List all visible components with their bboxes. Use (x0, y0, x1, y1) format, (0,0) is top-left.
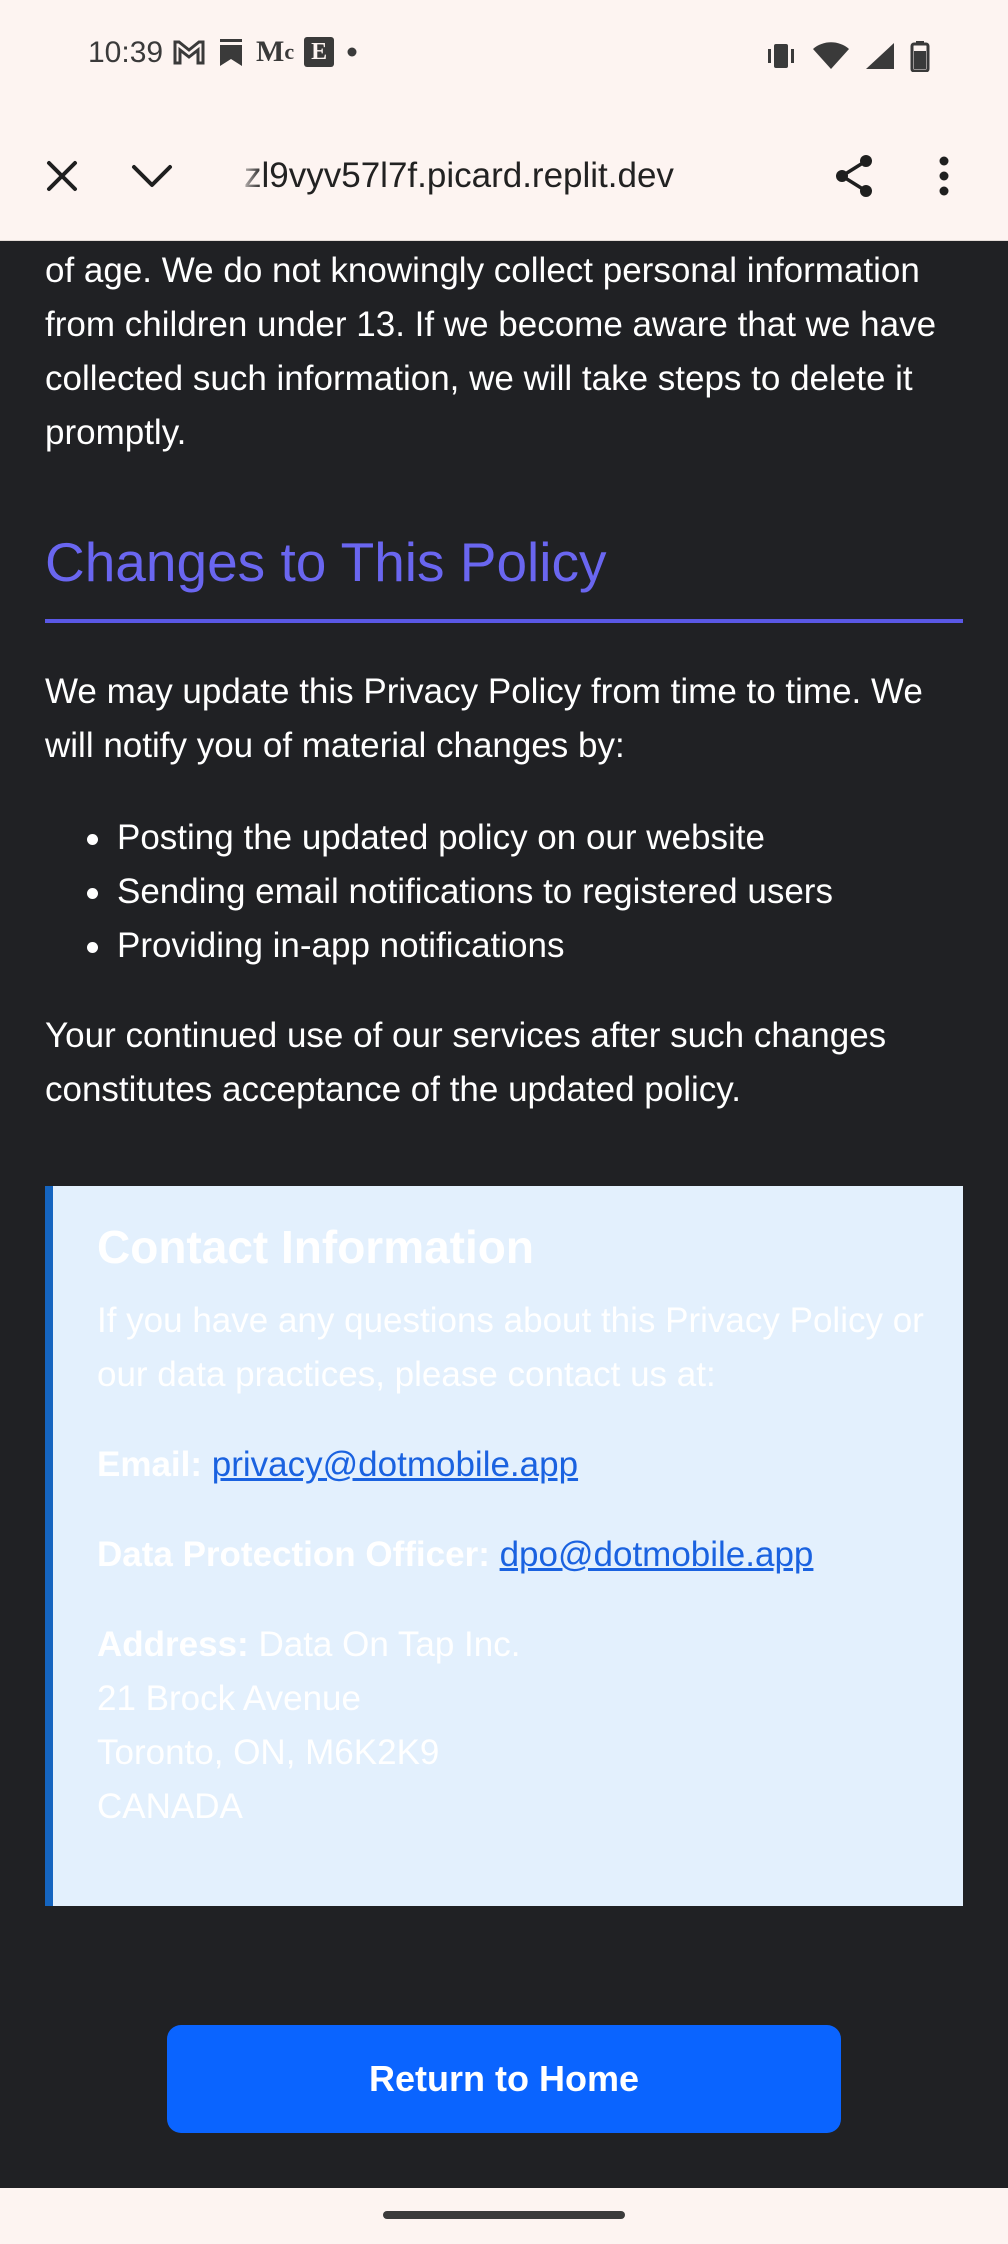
change-notification-list: Posting the updated policy on our websit… (45, 811, 833, 973)
return-home-button[interactable]: Return to Home (167, 2025, 841, 2133)
e-app-letter: E (304, 37, 335, 67)
address-line: 21 Brock Avenue (97, 1679, 361, 1718)
share-button[interactable] (824, 146, 884, 206)
more-dot-icon (344, 36, 360, 68)
email-link[interactable]: privacy@dotmobile.app (212, 1445, 578, 1484)
contact-dpo-row: Data Protection Officer: dpo@dotmobile.a… (97, 1528, 813, 1582)
contact-address: Address: Data On Tap Inc. 21 Brock Avenu… (97, 1618, 520, 1834)
more-vert-icon (939, 156, 949, 196)
list-item: Providing in-app notifications (45, 919, 833, 973)
close-icon (47, 161, 77, 191)
share-icon (836, 155, 872, 197)
url-bar[interactable]: zl9vyv57l7f.picard.replit.dev (244, 156, 674, 196)
section-heading: Changes to This Policy (45, 531, 607, 593)
wifi-icon (812, 41, 850, 76)
list-item: Sending email notifications to registere… (45, 865, 833, 919)
changes-paragraph: We may update this Privacy Policy from t… (45, 672, 923, 765)
address-line: Data On Tap Inc. (258, 1625, 521, 1664)
contact-title: Contact Information (97, 1221, 534, 1273)
bookmark-icon (216, 36, 246, 68)
contact-email-row: Email: privacy@dotmobile.app (97, 1438, 578, 1492)
address-line: CANADA (97, 1787, 243, 1826)
vibrate-icon (764, 41, 798, 76)
home-gesture-handle[interactable] (383, 2211, 625, 2219)
medium-icon: Mc (256, 35, 295, 68)
signal-icon (864, 41, 896, 76)
battery-icon (910, 40, 930, 77)
minimize-button[interactable] (122, 146, 182, 206)
system-icons (764, 40, 930, 77)
address-label: Address: (97, 1625, 249, 1664)
navigation-bar (0, 2188, 1008, 2244)
e-app-icon: E (304, 36, 335, 68)
page-content: of age. We do not knowingly collect pers… (45, 244, 963, 460)
dpo-label: Data Protection Officer: (97, 1535, 490, 1574)
browser-toolbar: zl9vyv57l7f.picard.replit.dev (0, 112, 1008, 241)
status-time: 10:39 (88, 36, 164, 69)
more-options-button[interactable] (914, 146, 974, 206)
closing-section: Your continued use of our services after… (45, 1009, 963, 1117)
notification-icons: Mc E (172, 35, 360, 68)
url-fade (236, 152, 262, 200)
closing-paragraph: Your continued use of our services after… (45, 1016, 887, 1109)
children-privacy-paragraph: of age. We do not knowingly collect pers… (45, 251, 937, 452)
heading-divider (45, 619, 963, 623)
email-label: Email: (97, 1445, 203, 1484)
status-bar: 10:39 Mc E (0, 0, 1008, 112)
contact-information-box: Contact Information If you have any ques… (45, 1186, 963, 1906)
dpo-email-link[interactable]: dpo@dotmobile.app (500, 1535, 814, 1574)
close-button[interactable] (32, 146, 92, 206)
list-item: Posting the updated policy on our websit… (45, 811, 833, 865)
gmail-icon (172, 36, 206, 68)
address-line: Toronto, ON, M6K2K9 (97, 1733, 440, 1772)
medium-icon-letter: M (256, 35, 285, 68)
chevron-down-icon (132, 165, 172, 187)
changes-section: We may update this Privacy Policy from t… (45, 665, 963, 773)
contact-intro: If you have any questions about this Pri… (97, 1301, 924, 1394)
